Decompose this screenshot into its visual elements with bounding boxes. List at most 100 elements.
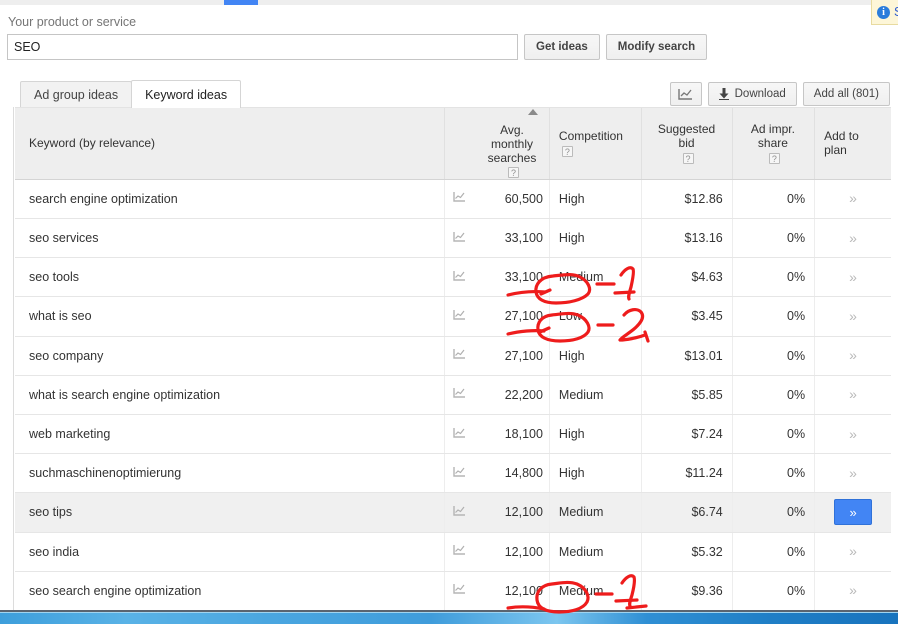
chart-toggle-button[interactable]: [669, 82, 702, 106]
add-to-plan-button[interactable]: »: [849, 543, 857, 559]
cell-add-to-plan[interactable]: »: [814, 453, 891, 494]
column-header-avg-monthly-searches[interactable]: Avg. monthly searches?: [473, 107, 550, 180]
modify-search-button[interactable]: Modify search: [605, 34, 708, 60]
table-row[interactable]: suchmaschinenoptimierung 14,800 High $11.24…: [15, 453, 891, 494]
cell-search-trend-chart[interactable]: [444, 571, 474, 611]
add-to-plan-button[interactable]: »: [849, 347, 857, 363]
cell-add-to-plan[interactable]: »: [814, 296, 891, 337]
cell-search-trend-chart[interactable]: [444, 296, 474, 337]
add-to-plan-button[interactable]: »: [849, 426, 857, 442]
cell-add-to-plan[interactable]: »: [814, 218, 891, 259]
cell-search-trend-chart[interactable]: [444, 218, 474, 259]
column-header-competition-label: Competition: [558, 129, 623, 144]
table-row[interactable]: search engine optimization 60,500 High $12.…: [15, 179, 891, 220]
product-or-service-input[interactable]: [7, 34, 518, 60]
cell-add-to-plan[interactable]: »: [814, 492, 891, 533]
line-chart-icon[interactable]: [453, 231, 466, 243]
cell-search-trend-chart[interactable]: [444, 375, 474, 415]
add-to-plan-button[interactable]: »: [849, 582, 857, 598]
line-chart-icon[interactable]: [453, 270, 466, 282]
cell-search-trend-chart[interactable]: [444, 453, 474, 494]
line-chart-icon[interactable]: [453, 387, 466, 399]
table-row[interactable]: what is seo 27,100 Low $3.45 0% »: [15, 296, 891, 337]
table-row[interactable]: seo company 27,100 High $13.01 0% »: [15, 336, 891, 376]
cell-search-trend-chart[interactable]: [444, 532, 474, 572]
line-chart-icon[interactable]: [453, 505, 466, 517]
cell-add-to-plan[interactable]: »: [814, 257, 891, 298]
table-row[interactable]: web marketing 18,100 High $7.24 0% »: [15, 414, 891, 455]
tab-keyword-ideas[interactable]: Keyword ideas: [131, 80, 242, 108]
add-to-plan-button[interactable]: »: [834, 499, 873, 526]
line-chart-icon[interactable]: [453, 427, 466, 439]
add-to-plan-button[interactable]: »: [849, 190, 857, 206]
table-row[interactable]: seo search engine optimization 12,100 Medi…: [15, 571, 891, 611]
cell-keyword[interactable]: what is search engine optimization: [15, 375, 445, 415]
cell-keyword[interactable]: search engine optimization: [15, 179, 445, 220]
cell-search-trend-chart[interactable]: [444, 414, 474, 455]
cell-avg-monthly-searches: 33,100: [473, 218, 550, 259]
table-row[interactable]: seo india 12,100 Medium $5.32 0% »: [15, 532, 891, 572]
column-header-ad-impr-share[interactable]: Ad impr. share?: [731, 107, 815, 180]
table-row[interactable]: what is search engine optimization 22,200…: [15, 375, 891, 415]
cell-add-to-plan[interactable]: »: [814, 336, 891, 376]
add-to-plan-button[interactable]: »: [849, 308, 857, 324]
cell-add-to-plan[interactable]: »: [814, 375, 891, 415]
cell-avg-monthly-searches: 33,100: [473, 257, 550, 298]
help-icon-suggested-bid[interactable]: ?: [682, 152, 694, 164]
cell-competition: High: [548, 336, 642, 376]
line-chart-icon[interactable]: [453, 544, 466, 556]
line-chart-icon[interactable]: [453, 466, 466, 478]
cell-avg-monthly-searches: 22,200: [473, 375, 550, 415]
cell-keyword[interactable]: seo search engine optimization: [15, 571, 445, 611]
help-icon-competition[interactable]: ?: [561, 145, 573, 157]
cell-keyword[interactable]: seo tips: [15, 492, 445, 533]
cell-avg-monthly-searches: 12,100: [473, 571, 550, 611]
cell-competition: Medium: [548, 257, 642, 298]
add-all-button[interactable]: Add all (801): [802, 82, 890, 106]
cell-add-to-plan[interactable]: »: [814, 179, 891, 220]
tab-ad-group-ideas[interactable]: Ad group ideas: [20, 81, 133, 108]
cell-search-trend-chart[interactable]: [444, 257, 474, 298]
table-row[interactable]: seo tools 33,100 Medium $4.63 0% »: [15, 257, 891, 298]
cell-search-trend-chart[interactable]: [444, 336, 474, 376]
cell-add-to-plan[interactable]: »: [814, 414, 891, 455]
notification-text: S: [894, 5, 898, 19]
cell-search-trend-chart[interactable]: [444, 492, 474, 533]
download-button[interactable]: Download: [707, 82, 797, 106]
cell-ad-impr-share: 0%: [731, 296, 815, 337]
column-header-suggested-bid[interactable]: Suggested bid?: [641, 107, 733, 180]
cell-keyword[interactable]: what is seo: [15, 296, 445, 337]
line-chart-icon[interactable]: [453, 348, 466, 360]
add-to-plan-button[interactable]: »: [849, 269, 857, 285]
column-header-keyword[interactable]: Keyword (by relevance): [15, 107, 445, 180]
cell-search-trend-chart[interactable]: [444, 179, 474, 220]
cell-keyword[interactable]: suchmaschinenoptimierung: [15, 453, 445, 494]
get-ideas-button[interactable]: Get ideas: [524, 34, 600, 60]
column-header-competition[interactable]: Competition?: [548, 107, 642, 180]
add-to-plan-button[interactable]: »: [849, 386, 857, 402]
line-chart-icon[interactable]: [453, 309, 466, 321]
line-chart-icon[interactable]: [453, 583, 466, 595]
cell-keyword[interactable]: seo services: [15, 218, 445, 259]
search-label: Your product or service: [8, 15, 137, 29]
column-header-impr-stack: Ad impr. share?: [741, 122, 805, 164]
help-icon-avg-monthly-searches[interactable]: ?: [508, 167, 519, 179]
column-header-add-to-plan-label: Add to plan: [824, 129, 859, 158]
cell-suggested-bid: $7.24: [641, 414, 733, 455]
cell-avg-monthly-searches: 12,100: [473, 492, 550, 533]
os-taskbar[interactable]: [0, 612, 898, 624]
cell-keyword[interactable]: seo tools: [15, 257, 445, 298]
add-to-plan-button[interactable]: »: [849, 465, 857, 481]
cell-add-to-plan[interactable]: »: [814, 532, 891, 572]
cell-keyword[interactable]: seo india: [15, 532, 445, 572]
help-icon-ad-impr-share[interactable]: ?: [768, 152, 780, 164]
cell-keyword[interactable]: seo company: [15, 336, 445, 376]
line-chart-icon[interactable]: [453, 191, 466, 203]
cell-keyword[interactable]: web marketing: [15, 414, 445, 455]
add-to-plan-button[interactable]: »: [849, 230, 857, 246]
table-row[interactable]: seo tips 12,100 Medium $6.74 0% »: [15, 492, 891, 533]
column-header-keyword-label: Keyword (by relevance): [29, 136, 156, 151]
table-row[interactable]: seo services 33,100 High $13.16 0% »: [15, 218, 891, 259]
notification-banner[interactable]: i S: [871, 0, 898, 25]
cell-add-to-plan[interactable]: »: [814, 571, 891, 611]
